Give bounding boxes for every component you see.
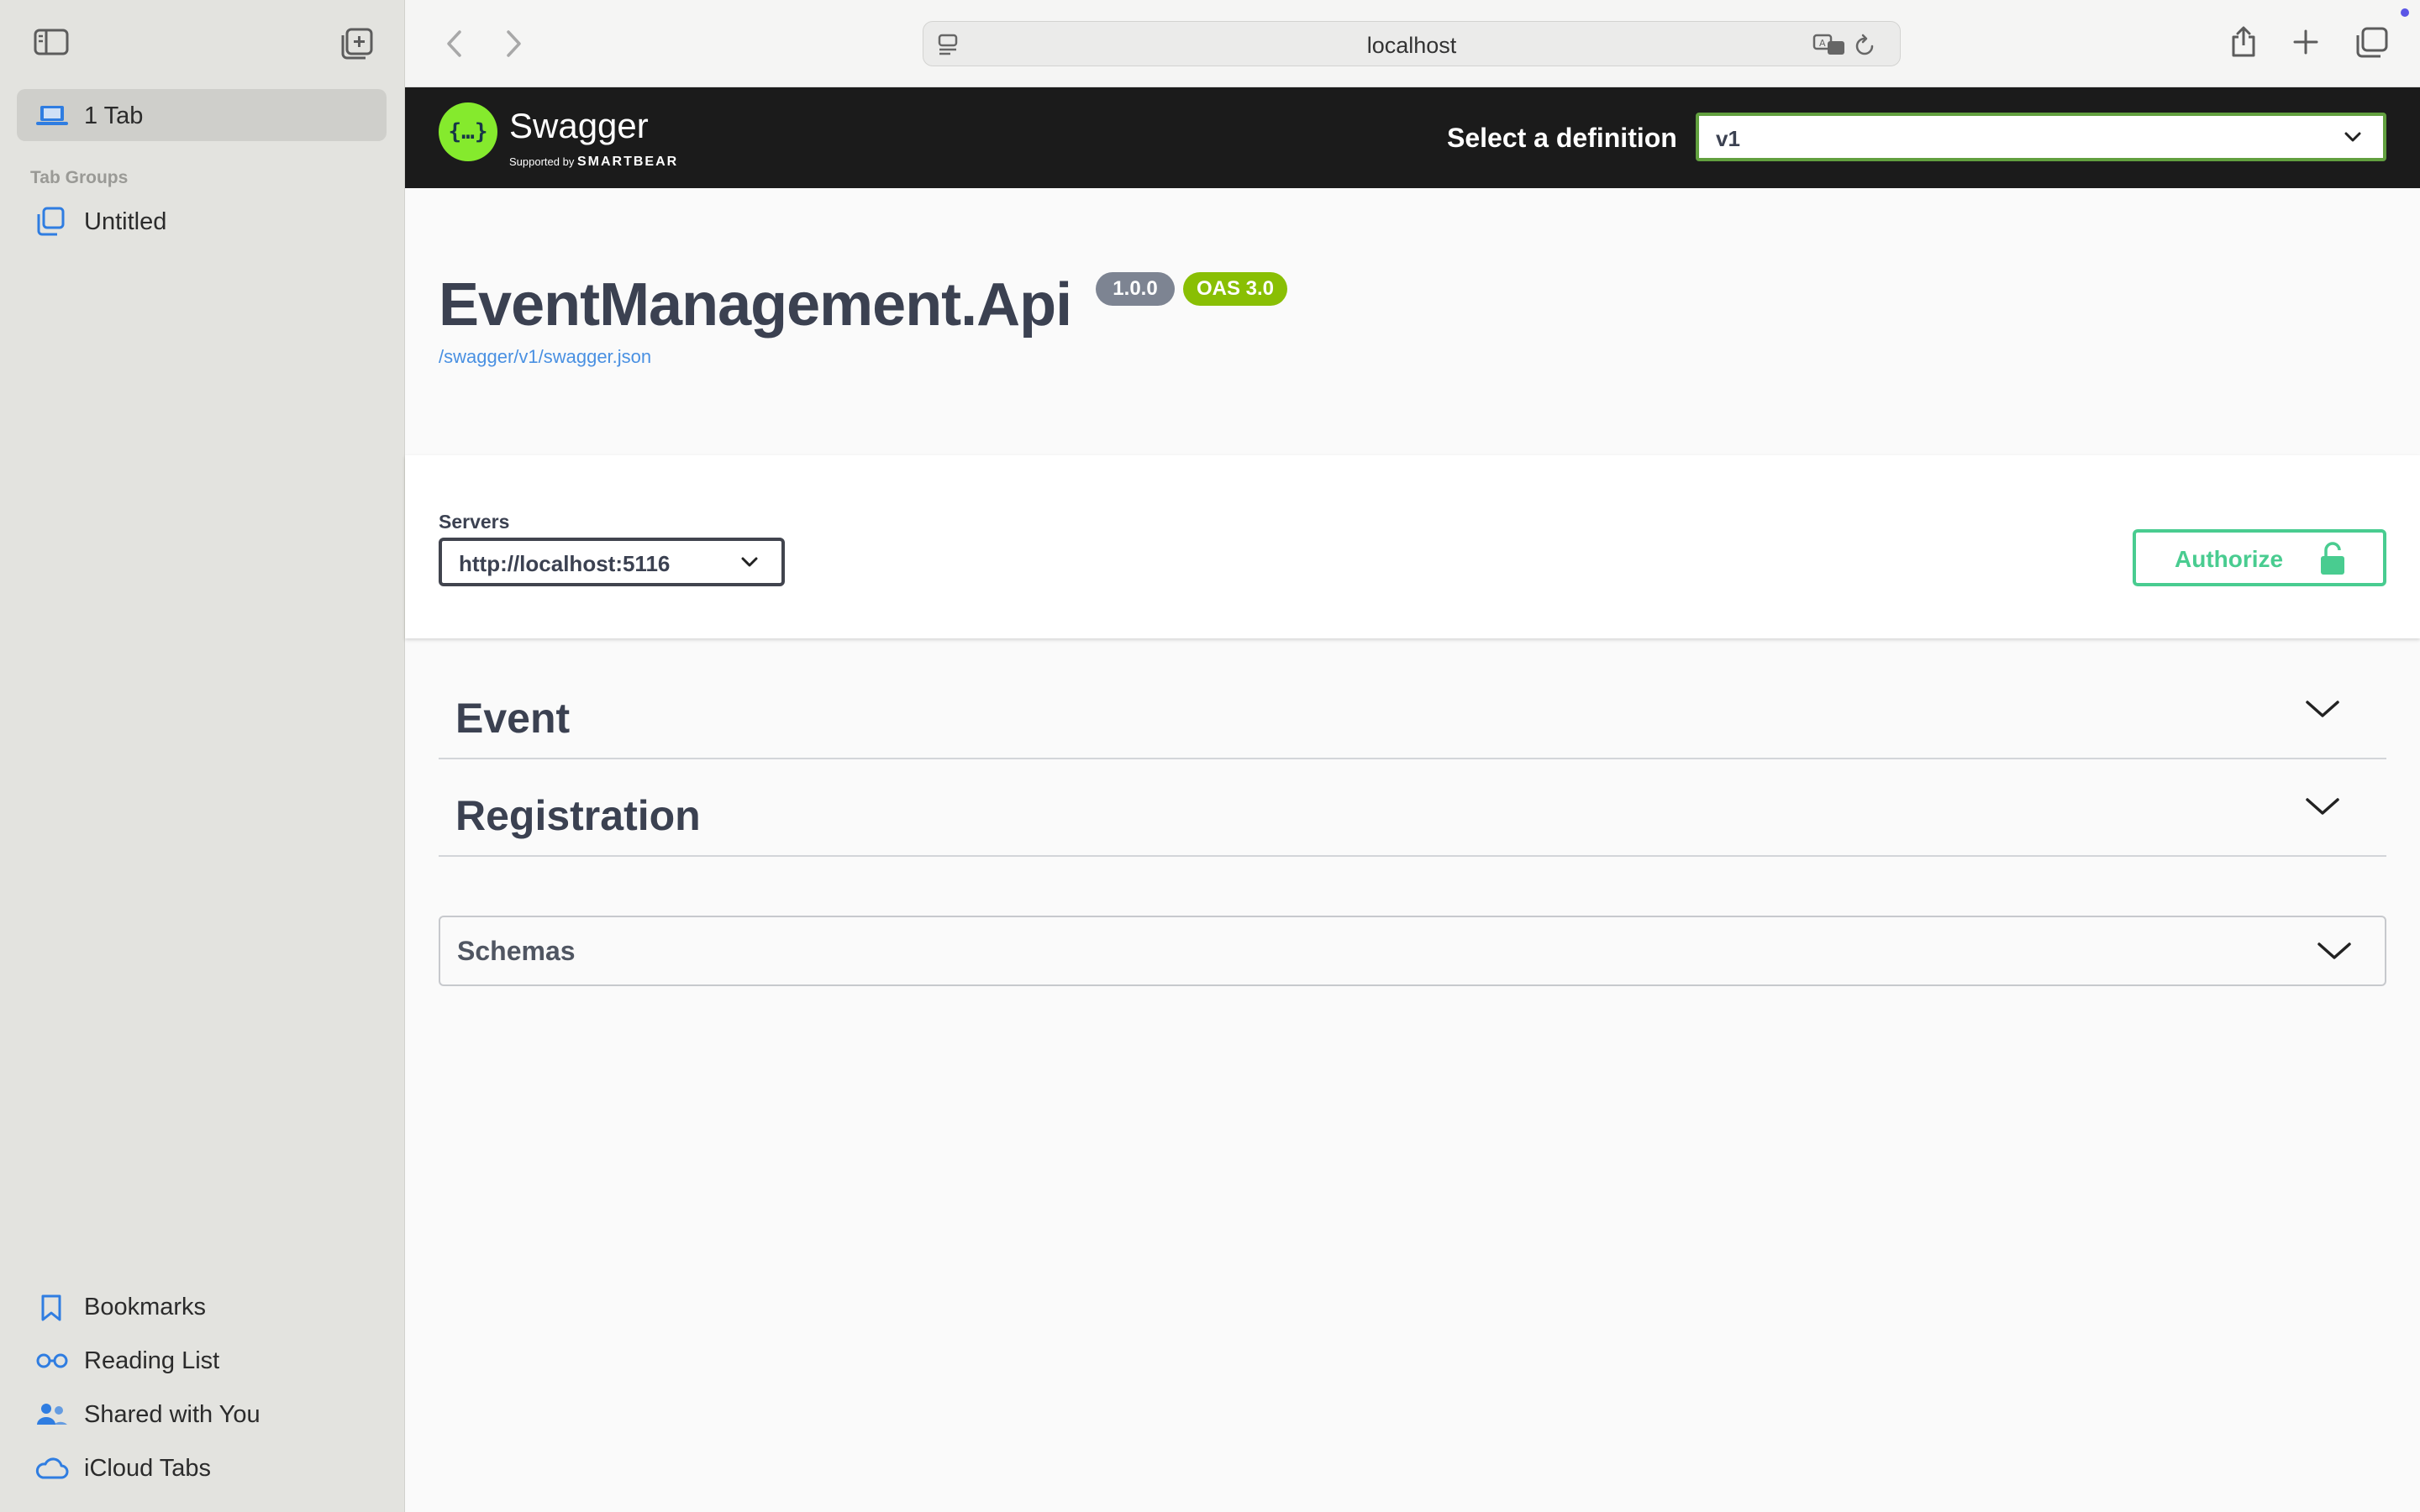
spec-link[interactable]: /swagger/v1/swagger.json — [439, 346, 651, 368]
reading-list-icon — [35, 1352, 69, 1369]
authorize-button[interactable]: Authorize — [2133, 529, 2386, 586]
version-badge: 1.0.0 — [1096, 272, 1175, 306]
bookmark-icon — [40, 1294, 62, 1322]
smartbear-text: SMARTBEAR — [576, 155, 679, 169]
servers-select[interactable]: http://localhost:5116 — [439, 538, 785, 586]
definition-select-value: v1 — [1716, 126, 1740, 151]
translate-icon[interactable]: A — [1812, 33, 1848, 56]
notification-dot — [2401, 8, 2409, 17]
sidebar-item-label: Shared with You — [84, 1401, 260, 1428]
schemas-section[interactable]: Schemas — [439, 916, 2386, 986]
sidebar-item-label: Bookmarks — [84, 1294, 207, 1320]
shared-with-you-icon — [35, 1401, 69, 1428]
sidebar: 1 Tab Tab Groups Untitled Bookmarks Read… — [0, 0, 405, 1512]
swagger-topbar: {…} Swagger Supported by SMARTBEAR Selec… — [405, 87, 2420, 188]
icloud-icon — [34, 1457, 69, 1480]
new-tab-group-icon[interactable] — [339, 28, 373, 60]
sidebar-item-label: 1 Tab — [84, 102, 144, 129]
chevron-down-icon[interactable] — [2316, 939, 2353, 963]
new-tab-icon[interactable] — [2292, 29, 2319, 55]
sidebar-toggle-icon[interactable] — [34, 28, 69, 56]
browser-toolbar: localhost A — [405, 0, 2420, 87]
tag-section-event[interactable]: Event — [439, 662, 2386, 759]
reload-icon[interactable] — [1853, 33, 1876, 58]
servers-select-value: http://localhost:5116 — [459, 551, 671, 576]
swagger-logo-tagline: Supported by SMARTBEAR — [509, 155, 678, 170]
sidebar-item-label: Untitled — [84, 208, 167, 235]
laptop-icon — [35, 104, 69, 128]
chevron-down-icon — [2343, 129, 2363, 144]
back-chevron-icon[interactable] — [444, 29, 466, 59]
scheme-container: Servers http://localhost:5116 Authorize — [405, 455, 2420, 638]
oas-badge: OAS 3.0 — [1183, 272, 1287, 306]
supported-by-text: Supported by — [509, 155, 575, 168]
chevron-down-icon[interactable] — [2304, 795, 2341, 818]
api-title: EventManagement.Api — [439, 271, 1072, 339]
tag-section-registration[interactable]: Registration — [439, 759, 2386, 857]
sidebar-item-label: Reading List — [84, 1347, 220, 1374]
chevron-down-icon[interactable] — [2304, 697, 2341, 721]
sidebar-item-current-tabs[interactable]: 1 Tab — [17, 89, 387, 141]
swagger-logo-icon[interactable]: {…} — [439, 102, 497, 161]
url-text: localhost — [1366, 33, 1457, 58]
tag-title: Event — [455, 695, 571, 742]
definition-select[interactable]: v1 — [1696, 113, 2386, 161]
share-icon[interactable] — [2228, 25, 2259, 59]
chevron-down-icon — [739, 554, 760, 570]
svg-text:A: A — [1819, 38, 1826, 49]
servers-label: Servers — [439, 511, 510, 533]
forward-chevron-icon[interactable] — [502, 29, 524, 59]
tab-groups-heading: Tab Groups — [30, 168, 129, 187]
authorize-label: Authorize — [2175, 546, 2284, 572]
swagger-logo-name: Swagger — [509, 106, 649, 145]
tag-title: Registration — [455, 792, 701, 839]
tab-group-icon — [35, 207, 66, 237]
sidebar-item-label: iCloud Tabs — [84, 1455, 212, 1482]
unlock-icon — [2319, 541, 2346, 576]
schemas-label: Schemas — [457, 936, 576, 966]
tab-overview-icon[interactable] — [2354, 27, 2388, 59]
select-definition-label: Select a definition — [1447, 123, 1677, 153]
address-bar[interactable]: localhost A — [923, 21, 1901, 66]
